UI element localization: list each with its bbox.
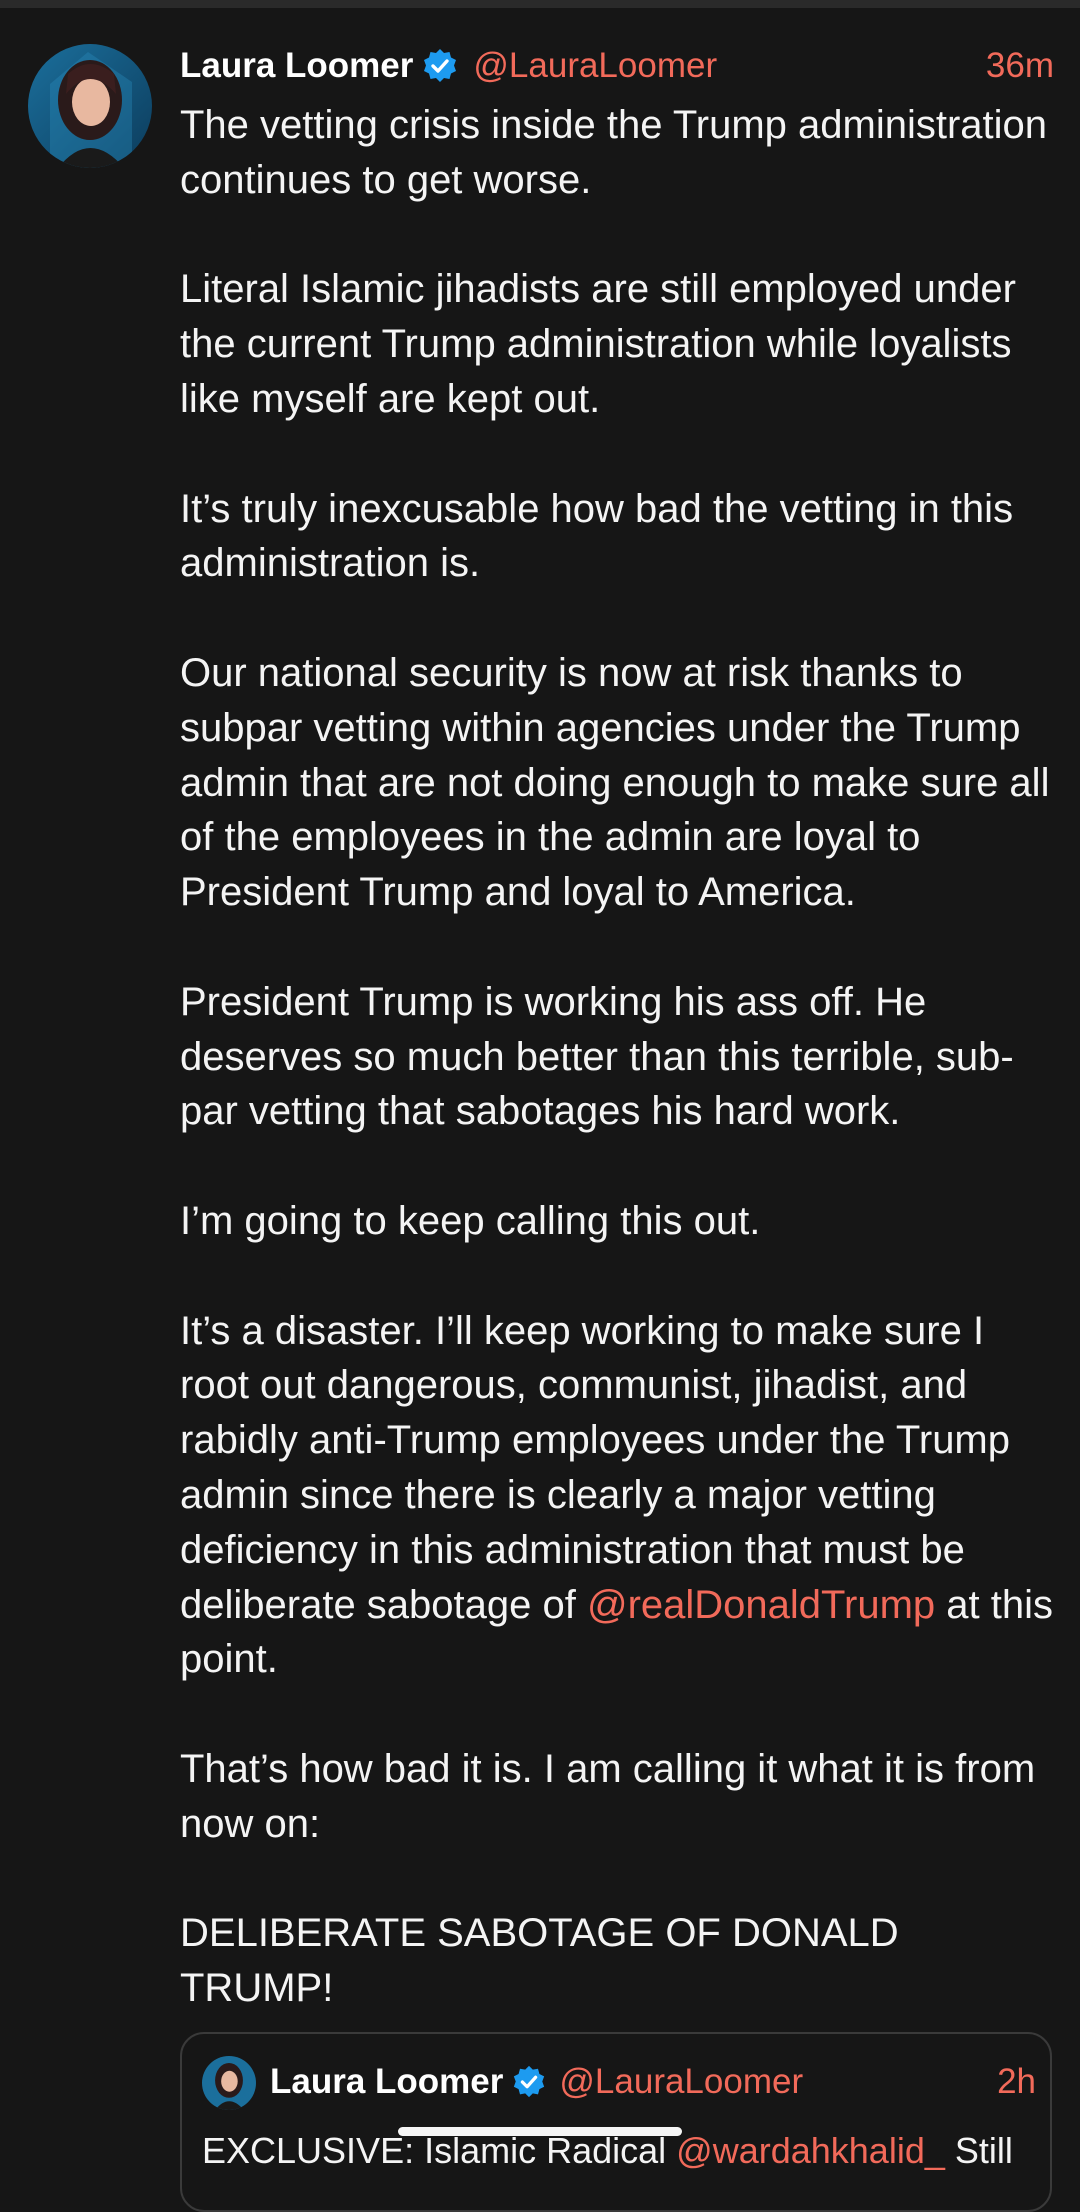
quoted-author-name[interactable]: Laura Loomer — [270, 2062, 503, 2102]
post-item[interactable]: Laura Loomer @LauraLoomer 36m The vettin… — [0, 8, 1080, 2212]
post-timestamp: 36m — [985, 46, 1054, 85]
paragraph-text: It’s a disaster. I’ll keep working to ma… — [180, 1308, 1022, 1627]
mention-link[interactable]: @wardahkhalid_ — [676, 2130, 945, 2171]
quoted-post-header: Laura Loomer @LauraLoomer 2h — [270, 2052, 1036, 2112]
quoted-text: Still — [944, 2130, 1013, 2171]
post-body: The vetting crisis inside the Trump admi… — [180, 98, 1060, 2071]
post-paragraph: That’s how bad it is. I am calling it wh… — [180, 1746, 1047, 1846]
quoted-author-handle[interactable]: @LauraLoomer — [559, 2062, 803, 2102]
verified-badge-icon — [421, 47, 459, 85]
post-paragraph: President Trump is working his ass off. … — [180, 979, 1014, 1134]
top-divider — [0, 0, 1080, 8]
post-paragraph: DELIBERATE SABOTAGE OF DONALD TRUMP! — [180, 1911, 910, 2011]
author-handle[interactable]: @LauraLoomer — [473, 46, 717, 86]
post-paragraph: Literal Islamic jihadists are still empl… — [180, 267, 1028, 421]
quoted-text: EXCLUSIVE: Islamic Radical — [202, 2130, 677, 2171]
post-paragraph: Our national security is now at risk tha… — [180, 650, 1061, 915]
mention-link[interactable]: @realDonaldTrump — [587, 1583, 935, 1627]
home-indicator[interactable] — [398, 2127, 682, 2136]
avatar[interactable] — [28, 44, 152, 168]
post-paragraph: It’s a disaster. I’ll keep working to ma… — [180, 1304, 1060, 1688]
verified-badge-icon — [511, 2064, 547, 2100]
post-paragraph: It’s truly inexcusable how bad the vetti… — [180, 486, 1025, 586]
post-paragraph: I’m going to keep calling this out. — [180, 1198, 761, 1243]
author-name[interactable]: Laura Loomer — [180, 46, 413, 86]
post-paragraph: The vetting crisis inside the Trump admi… — [180, 103, 1059, 202]
quoted-post-timestamp: 2h — [997, 2062, 1036, 2101]
post-header: Laura Loomer @LauraLoomer 36m — [180, 38, 1054, 94]
quoted-avatar[interactable] — [202, 2056, 256, 2110]
quoted-post-card[interactable]: Laura Loomer @LauraLoomer 2h EXCLUSIVE: … — [180, 2032, 1052, 2212]
